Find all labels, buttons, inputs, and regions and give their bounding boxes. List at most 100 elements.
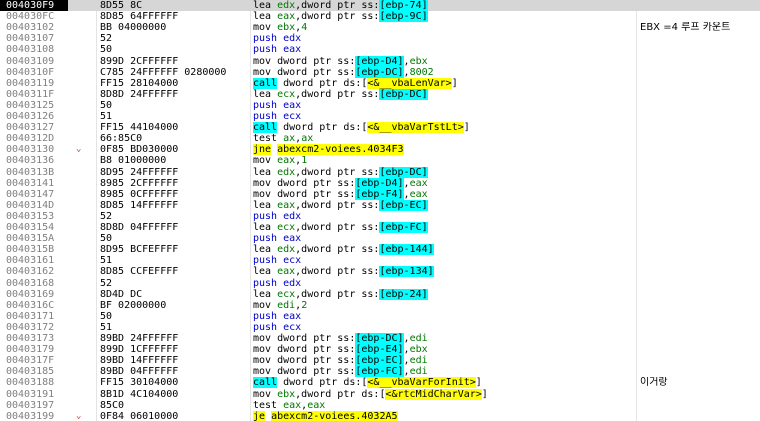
row-instruction[interactable]: mov edi,2 bbox=[253, 300, 633, 311]
instr-token-jmp[interactable]: abexcm2-voiees.4032A5 bbox=[271, 410, 398, 421]
row-address[interactable]: 004030F9 bbox=[0, 0, 68, 11]
row-instruction[interactable]: mov dword ptr ss:[ebp-DC],8002 bbox=[253, 66, 633, 78]
row-instruction[interactable]: call dword ptr ds:[<&__vbaLenVar>] bbox=[253, 77, 633, 89]
disasm-row[interactable]: 00403126 51 push ecx bbox=[0, 111, 760, 122]
disasm-row[interactable]: 00403141 8985 2CFFFFFF mov dword ptr ss:[e… bbox=[0, 177, 760, 189]
row-address[interactable]: 00403179 bbox=[6, 344, 68, 355]
row-address[interactable]: 00403126 bbox=[6, 111, 68, 122]
row-address[interactable]: 00403119 bbox=[6, 78, 68, 89]
disasm-row[interactable]: 00403171 50 push eax bbox=[0, 311, 760, 322]
row-instruction[interactable]: lea edx,dword ptr ss:[ebp-74] bbox=[253, 0, 633, 11]
disasm-row[interactable]: 00403109 899D 2CFFFFFF mov dword ptr ss:[e… bbox=[0, 55, 760, 67]
disasm-row[interactable]: 00403130 ⌄ 0F85 BD030000 jne abexcm2-voiees… bbox=[0, 144, 760, 156]
disasm-row[interactable]: 00403172 51 push ecx bbox=[0, 322, 760, 333]
disasm-row[interactable]: 00403197 85C0 test eax,eax bbox=[0, 400, 760, 411]
row-address[interactable]: 00403125 bbox=[6, 100, 68, 111]
row-address[interactable]: 0040314D bbox=[6, 200, 68, 211]
row-comment[interactable]: 이거랑 bbox=[640, 377, 760, 388]
disassembly-view[interactable]: 004030F9 8D55 8C lea edx,dword ptr ss:[ebp… bbox=[0, 0, 760, 421]
row-instruction[interactable]: push eax bbox=[253, 44, 633, 55]
row-address[interactable]: 00403169 bbox=[6, 289, 68, 300]
disasm-row[interactable]: 0040316C BF 02000000 mov edi,2 bbox=[0, 300, 760, 311]
row-instruction[interactable]: lea eax,dword ptr ss:[ebp-9C] bbox=[253, 11, 633, 23]
row-instruction[interactable]: mov dword ptr ss:[ebp-EC],edi bbox=[253, 355, 633, 367]
row-instruction[interactable]: call dword ptr ds:[<&__vbaVarTstLt>] bbox=[253, 122, 633, 134]
row-address[interactable]: 00403168 bbox=[6, 278, 68, 289]
row-address[interactable]: 00403127 bbox=[6, 122, 68, 133]
disasm-row[interactable]: 00403125 50 push eax bbox=[0, 100, 760, 111]
row-instruction[interactable]: mov ebx,4 bbox=[253, 22, 633, 33]
row-address[interactable]: 00403197 bbox=[6, 400, 68, 411]
disasm-row[interactable]: 00403119 FF15 28104000 call dword ptr ds:[… bbox=[0, 77, 760, 89]
row-address[interactable]: 0040310F bbox=[6, 67, 68, 78]
row-address[interactable]: 0040316C bbox=[6, 300, 68, 311]
disasm-row[interactable]: 00403147 8985 0CFFFFFF mov dword ptr ss:[e… bbox=[0, 188, 760, 200]
row-address[interactable]: 00403161 bbox=[6, 255, 68, 266]
disasm-row[interactable]: 00403161 51 push ecx bbox=[0, 255, 760, 266]
row-address[interactable]: 0040317F bbox=[6, 355, 68, 366]
disasm-row[interactable]: 0040310F C785 24FFFFFF 0280000 mov dword p… bbox=[0, 66, 760, 78]
disasm-row[interactable]: 0040311F 8D8D 24FFFFFF lea ecx,dword ptr s… bbox=[0, 88, 760, 100]
row-address[interactable]: 00403153 bbox=[6, 211, 68, 222]
disasm-row[interactable]: 00403169 8D4D DC lea ecx,dword ptr ss:[ebp… bbox=[0, 288, 760, 300]
disasm-row[interactable]: 0040314D 8D85 14FFFFFF lea eax,dword ptr s… bbox=[0, 199, 760, 211]
row-instruction[interactable]: lea edx,dword ptr ss:[ebp-144] bbox=[253, 244, 633, 256]
row-instruction[interactable]: test ax,ax bbox=[253, 133, 633, 144]
row-instruction[interactable]: mov dword ptr ss:[ebp-DC],edi bbox=[253, 333, 633, 344]
instr-token-sym[interactable]: <&__vbaLenVar> bbox=[367, 77, 452, 89]
disasm-row[interactable]: 00403199 ⌄ 0F84 06010000 je abexcm2-voiees.… bbox=[0, 410, 760, 421]
instr-token-sym[interactable]: <&__vbaVarTstLt> bbox=[367, 122, 464, 134]
row-instruction[interactable]: mov ebx,dword ptr ds:[<&rtcMidCharVar>] bbox=[253, 388, 633, 400]
row-address[interactable]: 0040315A bbox=[6, 233, 68, 244]
row-instruction[interactable]: push eax bbox=[253, 100, 633, 111]
row-instruction[interactable]: lea eax,dword ptr ss:[ebp-EC] bbox=[253, 199, 633, 211]
row-address[interactable]: 004030FC bbox=[6, 11, 68, 22]
row-instruction[interactable]: lea ecx,dword ptr ss:[ebp-DC] bbox=[253, 88, 633, 100]
row-address[interactable]: 00403147 bbox=[6, 189, 68, 200]
disasm-row[interactable]: 00403162 8D85 CCFEFFFF lea eax,dword ptr s… bbox=[0, 266, 760, 278]
row-instruction[interactable]: je abexcm2-voiees.4032A5 bbox=[253, 410, 633, 421]
disasm-row[interactable]: 0040313B 8D95 24FFFFFF lea edx,dword ptr s… bbox=[0, 166, 760, 178]
row-address[interactable]: 00403185 bbox=[6, 366, 68, 377]
row-address[interactable]: 00403188 bbox=[6, 377, 68, 388]
row-instruction[interactable]: mov eax,1 bbox=[253, 155, 633, 166]
row-address[interactable]: 0040312D bbox=[6, 133, 68, 144]
disasm-row[interactable]: 00403173 89BD 24FFFFFF mov dword ptr ss:[e… bbox=[0, 333, 760, 344]
row-instruction[interactable]: push edx bbox=[253, 33, 633, 44]
row-instruction[interactable]: lea edx,dword ptr ss:[ebp-DC] bbox=[253, 166, 633, 178]
row-address[interactable]: 00403109 bbox=[6, 56, 68, 67]
disasm-row[interactable]: 0040315A 50 push eax bbox=[0, 233, 760, 244]
instr-token-sym[interactable]: <&__vbaVarForInit> bbox=[367, 377, 476, 389]
row-instruction[interactable]: mov dword ptr ss:[ebp-F4],eax bbox=[253, 188, 633, 200]
row-instruction[interactable]: mov dword ptr ss:[ebp-E4],ebx bbox=[253, 344, 633, 356]
row-address[interactable]: 00403141 bbox=[6, 178, 68, 189]
disasm-row[interactable]: 0040312D 66:85C0 test ax,ax bbox=[0, 133, 760, 144]
row-address[interactable]: 0040313B bbox=[6, 167, 68, 178]
row-address[interactable]: 00403154 bbox=[6, 222, 68, 233]
disasm-row[interactable]: 00403136 B8 01000000 mov eax,1 bbox=[0, 155, 760, 166]
row-instruction[interactable]: lea ecx,dword ptr ss:[ebp-FC] bbox=[253, 222, 633, 233]
disasm-row[interactable]: 0040317F 89BD 14FFFFFF mov dword ptr ss:[e… bbox=[0, 355, 760, 367]
row-address[interactable]: 0040315B bbox=[6, 244, 68, 255]
row-address[interactable]: 00403107 bbox=[6, 33, 68, 44]
disasm-row[interactable]: 004030FC 8D85 64FFFFFF lea eax,dword ptr s… bbox=[0, 11, 760, 23]
row-instruction[interactable]: push edx bbox=[253, 211, 633, 222]
row-comment[interactable]: EBX =4 루프 카운트 bbox=[640, 22, 760, 33]
row-instruction[interactable]: test eax,eax bbox=[253, 400, 633, 411]
disasm-row[interactable]: 00403168 52 push edx bbox=[0, 278, 760, 289]
row-instruction[interactable]: jne abexcm2-voiees.4034F3 bbox=[253, 144, 633, 156]
disasm-row[interactable]: 00403179 899D 1CFFFFFF mov dword ptr ss:[e… bbox=[0, 344, 760, 356]
instr-token-sym[interactable]: <&rtcMidCharVar> bbox=[385, 388, 482, 400]
disasm-row[interactable]: 004030F9 8D55 8C lea edx,dword ptr ss:[ebp… bbox=[0, 0, 760, 11]
row-address[interactable]: 0040311F bbox=[6, 89, 68, 100]
row-address[interactable]: 00403191 bbox=[6, 389, 68, 400]
disasm-row[interactable]: 00403127 FF15 44104000 call dword ptr ds:[… bbox=[0, 122, 760, 134]
row-instruction[interactable]: mov dword ptr ss:[ebp-D4],eax bbox=[253, 177, 633, 189]
row-address[interactable]: 00403162 bbox=[6, 266, 68, 277]
disasm-row[interactable]: 00403102 BB 04000000 mov ebx,4 EBX =4 루프 카운… bbox=[0, 22, 760, 33]
row-instruction[interactable]: push eax bbox=[253, 311, 633, 322]
instr-token-jmp[interactable]: je bbox=[253, 410, 266, 421]
row-instruction[interactable]: lea eax,dword ptr ss:[ebp-134] bbox=[253, 266, 633, 278]
row-instruction[interactable]: push eax bbox=[253, 233, 633, 244]
row-instruction[interactable]: mov dword ptr ss:[ebp-FC],edi bbox=[253, 366, 633, 378]
